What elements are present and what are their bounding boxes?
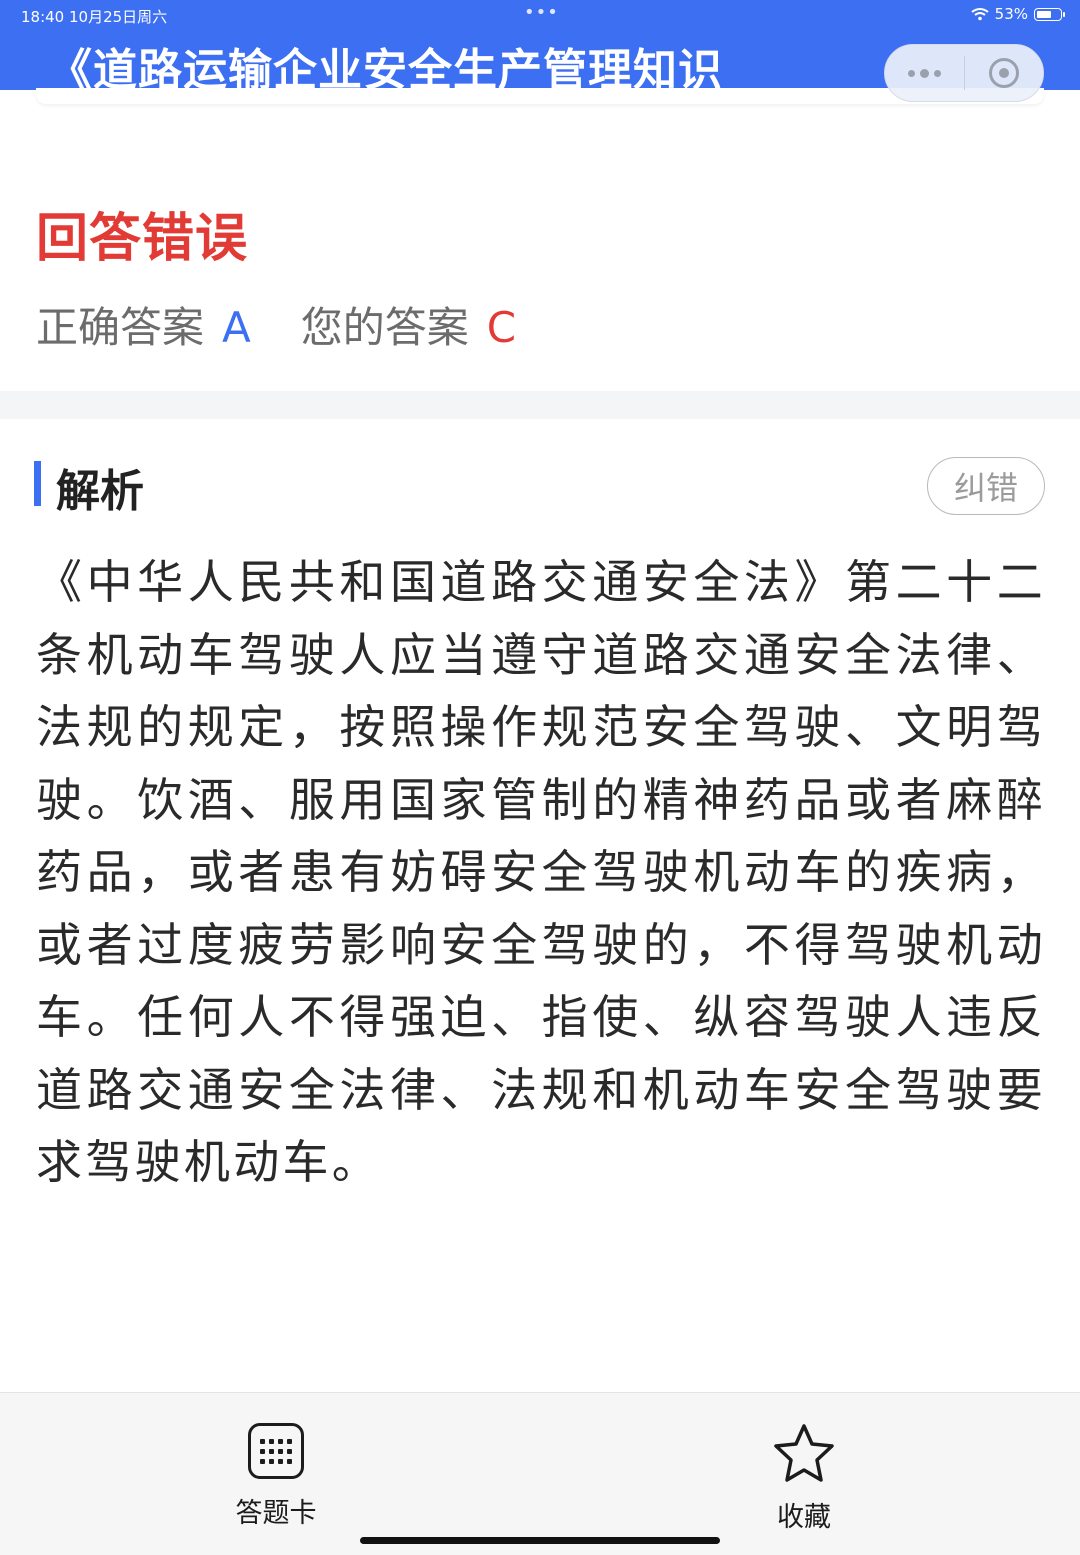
close-button[interactable] bbox=[965, 45, 1044, 101]
more-icon bbox=[907, 68, 941, 78]
more-button[interactable] bbox=[885, 45, 964, 101]
grid-icon bbox=[248, 1423, 304, 1479]
result-title: 回答错误 bbox=[36, 209, 249, 269]
analysis-title: 解析 bbox=[56, 466, 144, 517]
bottom-nav: 答题卡 收藏 bbox=[0, 1392, 1080, 1555]
analysis-text: 《中华人民共和国道路交通安全法》第二十二条机动车驾驶人应当遵守道路交通安全法律、… bbox=[36, 555, 1046, 1189]
answer-row: 正确答案 A 您的答案 C bbox=[36, 294, 516, 355]
answer-card-label: 答题卡 bbox=[235, 1498, 317, 1529]
answer-card-button[interactable]: 答题卡 bbox=[211, 1423, 341, 1530]
star-icon bbox=[774, 1424, 834, 1482]
your-answer-value: C bbox=[486, 303, 517, 352]
favorite-label: 收藏 bbox=[777, 1502, 831, 1533]
correct-answer-value: A bbox=[222, 303, 251, 352]
report-error-button[interactable]: 纠错 bbox=[927, 457, 1045, 515]
home-indicator[interactable] bbox=[360, 1537, 720, 1544]
target-icon bbox=[988, 58, 1019, 88]
mini-program-capsule bbox=[884, 44, 1044, 102]
status-indicators: 53% bbox=[971, 5, 1065, 23]
your-answer-label: 您的答案 bbox=[300, 303, 469, 352]
section-divider bbox=[0, 391, 1080, 419]
multitask-dots[interactable]: ••• bbox=[524, 2, 559, 23]
battery-percent: 53% bbox=[994, 5, 1028, 23]
favorite-button[interactable]: 收藏 bbox=[739, 1423, 869, 1534]
section-accent-bar bbox=[34, 461, 41, 506]
correct-answer-label: 正确答案 bbox=[36, 303, 205, 352]
wifi-icon bbox=[971, 8, 989, 21]
battery-icon bbox=[1034, 7, 1065, 21]
status-time: 18:40 10月25日周六 bbox=[21, 8, 168, 26]
